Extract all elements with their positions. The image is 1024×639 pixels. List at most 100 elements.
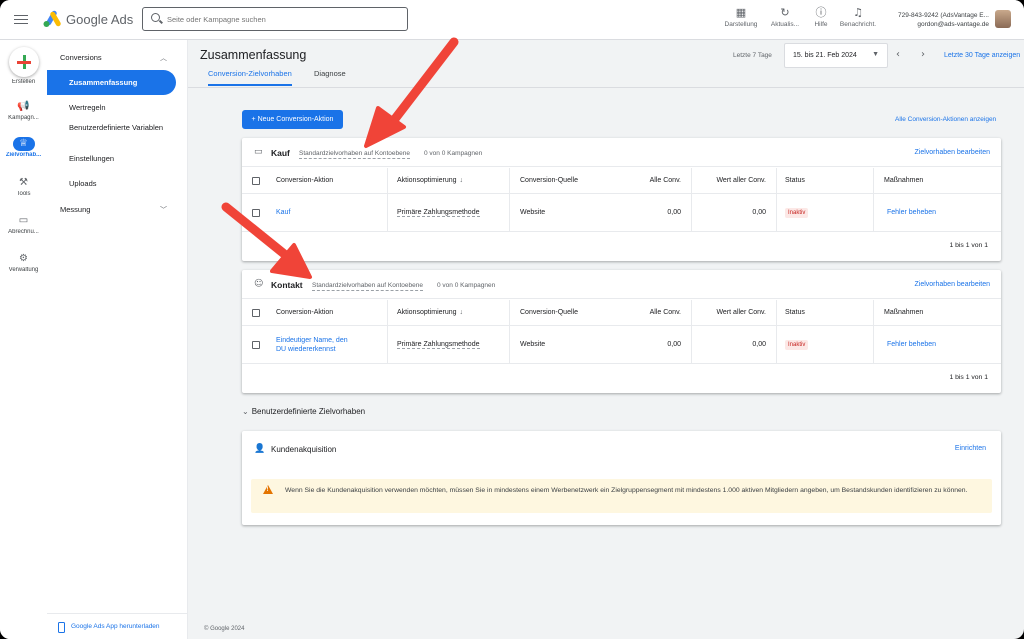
card-icon: ▭	[18, 215, 29, 226]
col-all-conv[interactable]: Alle Conv.	[610, 168, 692, 193]
card-header: ▭ Kauf Standardzielvorhaben auf Kontoebe…	[242, 138, 1001, 167]
nav-item-custom-variables[interactable]: Benutzerdefinierte Variablen	[47, 123, 176, 133]
row-conv-value: 0,00	[692, 194, 777, 231]
date-range-select[interactable]: 15. bis 21. Feb 2024 ▼	[784, 43, 888, 68]
next-period-icon[interactable]: ›	[921, 49, 925, 60]
fix-errors-link[interactable]: Fehler beheben	[887, 209, 936, 216]
col-conv-value[interactable]: Wert aller Conv.	[692, 168, 777, 193]
refresh-button[interactable]: ↻ Aktualis...	[765, 6, 805, 34]
row-optimization: Primäre Zahlungsmethode	[388, 326, 510, 363]
row-status: Inaktiv	[777, 194, 874, 231]
col-source[interactable]: Conversion-Quelle	[510, 300, 610, 325]
col-status[interactable]: Status	[777, 300, 874, 325]
nav-item-uploads[interactable]: Uploads	[47, 179, 176, 189]
top-bar: Google Ads ▦ Darstellung ↻ Aktualis... ⓘ…	[0, 0, 1024, 40]
custom-goals-toggle[interactable]: ⌄ Benutzerdefinierte Zielvorhaben	[242, 407, 365, 416]
account-info[interactable]: 729-843-9242 (AdsVantage E... gordon@ads…	[893, 11, 989, 29]
warning-notice: Wenn Sie die Kundenakquisition verwenden…	[251, 479, 992, 513]
help-icon: ⓘ	[815, 6, 827, 19]
table-header: Conversion-Aktion Aktionsoptimierung ↓ Co…	[242, 168, 1001, 194]
search-box[interactable]	[142, 7, 408, 31]
row-measure: Fehler beheben	[874, 194, 1001, 231]
page-title: Zusammenfassung	[200, 48, 307, 62]
row-measure: Fehler beheben	[874, 326, 1001, 363]
avatar[interactable]	[995, 10, 1011, 28]
left-rail: Erstellen 📢 Kampagn... ♕ Zielvorhab... ⚒…	[0, 40, 47, 639]
goal-card-customer-acquisition: 👤 Kundenakquisition Einrichten Wenn Sie …	[242, 431, 1001, 525]
tab-diagnosis[interactable]: Diagnose	[314, 69, 346, 78]
tools-icon: ⚒	[19, 177, 28, 188]
nav-item-value-rules[interactable]: Wertregeln	[47, 103, 176, 113]
select-all-checkbox[interactable]	[242, 168, 266, 193]
col-conv-value[interactable]: Wert aller Conv.	[692, 300, 777, 325]
brand-name: Google Ads	[66, 12, 134, 27]
chevron-up-icon[interactable]: ︿	[160, 53, 167, 63]
google-ads-logo	[43, 10, 61, 27]
trophy-icon: ♕	[12, 137, 35, 151]
bell-icon: ♫	[853, 6, 863, 19]
row-checkbox[interactable]	[242, 326, 266, 363]
help-button[interactable]: ⓘ Hilfe	[801, 6, 841, 34]
col-all-conv[interactable]: Alle Conv.	[610, 300, 692, 325]
annotation-arrow-icon	[364, 37, 459, 148]
fix-errors-link[interactable]: Fehler beheben	[887, 341, 936, 348]
nav-item-summary[interactable]: Zusammenfassung	[47, 70, 176, 95]
rail-item-admin[interactable]: ⚙ Verwaltung	[0, 252, 47, 273]
new-conversion-action-button[interactable]: + Neue Conversion-Aktion	[242, 110, 343, 129]
rail-item-campaigns[interactable]: 📢 Kampagn...	[0, 100, 47, 121]
sort-down-icon: ↓	[459, 177, 464, 184]
row-source: Website	[520, 341, 546, 348]
warning-icon	[263, 485, 273, 494]
search-input[interactable]	[167, 12, 397, 27]
col-conversion-action[interactable]: Conversion-Aktion	[266, 168, 388, 193]
col-conversion-action[interactable]: Conversion-Aktion	[266, 300, 388, 325]
edit-goals-link[interactable]: Zielvorhaben bearbeiten	[915, 281, 991, 288]
table-row: Eindeutiger Name, den DU wiedererkennst …	[242, 326, 1001, 364]
card-header: ☺ Kontakt Standardzielvorhaben auf Konto…	[242, 270, 1001, 299]
status-badge: Inaktiv	[785, 207, 809, 218]
card-title: Kundenakquisition	[271, 445, 337, 454]
rail-item-goals[interactable]: ♕ Zielvorhab...	[0, 137, 47, 158]
edit-goals-link[interactable]: Zielvorhaben bearbeiten	[915, 149, 991, 156]
card-title: Kauf	[271, 148, 290, 158]
row-all-conv: 0,00	[610, 194, 692, 231]
col-optimization[interactable]: Aktionsoptimierung ↓	[388, 300, 510, 325]
table-header: Conversion-Aktion Aktionsoptimierung ↓ Co…	[242, 300, 1001, 326]
header-divider	[188, 87, 1024, 88]
app-download-link[interactable]: Google Ads App herunterladen	[47, 613, 188, 639]
rail-item-create-label[interactable]: Erstellen	[0, 78, 47, 85]
status-badge: Inaktiv	[785, 339, 809, 350]
account-email: gordon@ads-vantage.de	[917, 21, 989, 28]
action-link[interactable]: Eindeutiger Name, den DU wiedererkennst	[276, 336, 348, 354]
chevron-down-icon[interactable]: ﹀	[160, 205, 167, 215]
megaphone-icon: 📢	[17, 101, 30, 112]
goal-card-contact: ☺ Kontakt Standardzielvorhaben auf Konto…	[242, 270, 1001, 393]
range-label: Letzte 7 Tage	[733, 52, 772, 59]
prev-period-icon[interactable]: ‹	[896, 49, 900, 60]
create-button[interactable]	[9, 47, 39, 77]
row-conv-value: 0,00	[692, 326, 777, 363]
rail-item-tools[interactable]: ⚒ Tools	[0, 176, 47, 197]
chevron-down-icon: ⌄	[242, 407, 249, 416]
all-conversion-actions-link[interactable]: Alle Conversion-Aktionen anzeigen	[895, 116, 996, 123]
standard-goal-label[interactable]: Standardzielvorhaben auf Kontoebene	[312, 282, 423, 291]
nav-item-settings[interactable]: Einstellungen	[47, 154, 176, 164]
col-source[interactable]: Conversion-Quelle	[510, 168, 610, 193]
account-id: 729-843-9242 (AdsVantage E...	[898, 12, 989, 19]
appearance-button[interactable]: ▦ Darstellung	[721, 6, 761, 34]
dropdown-arrow-icon: ▼	[872, 51, 879, 58]
nav-section-conversions[interactable]: Conversions	[60, 53, 102, 62]
rail-item-billing[interactable]: ▭ Abrechnu...	[0, 214, 47, 235]
secondary-nav: Conversions ︿ Zusammenfassung Wertregeln…	[47, 40, 188, 639]
menu-icon[interactable]	[14, 12, 28, 26]
select-all-checkbox[interactable]	[242, 300, 266, 325]
setup-link[interactable]: Einrichten	[955, 445, 986, 452]
nav-section-measurement[interactable]: Messung	[60, 205, 90, 214]
row-status: Inaktiv	[777, 326, 874, 363]
notifications-button[interactable]: ♫ Benachricht.	[838, 6, 878, 34]
tab-conversion-goals[interactable]: Conversion-Zielvorhaben	[208, 69, 292, 86]
col-status[interactable]: Status	[777, 168, 874, 193]
col-optimization[interactable]: Aktionsoptimierung ↓	[388, 168, 510, 193]
last-30-days-link[interactable]: Letzte 30 Tage anzeigen	[944, 52, 1020, 59]
table-row: Kauf Primäre Zahlungsmethode Website 0,0…	[242, 194, 1001, 232]
